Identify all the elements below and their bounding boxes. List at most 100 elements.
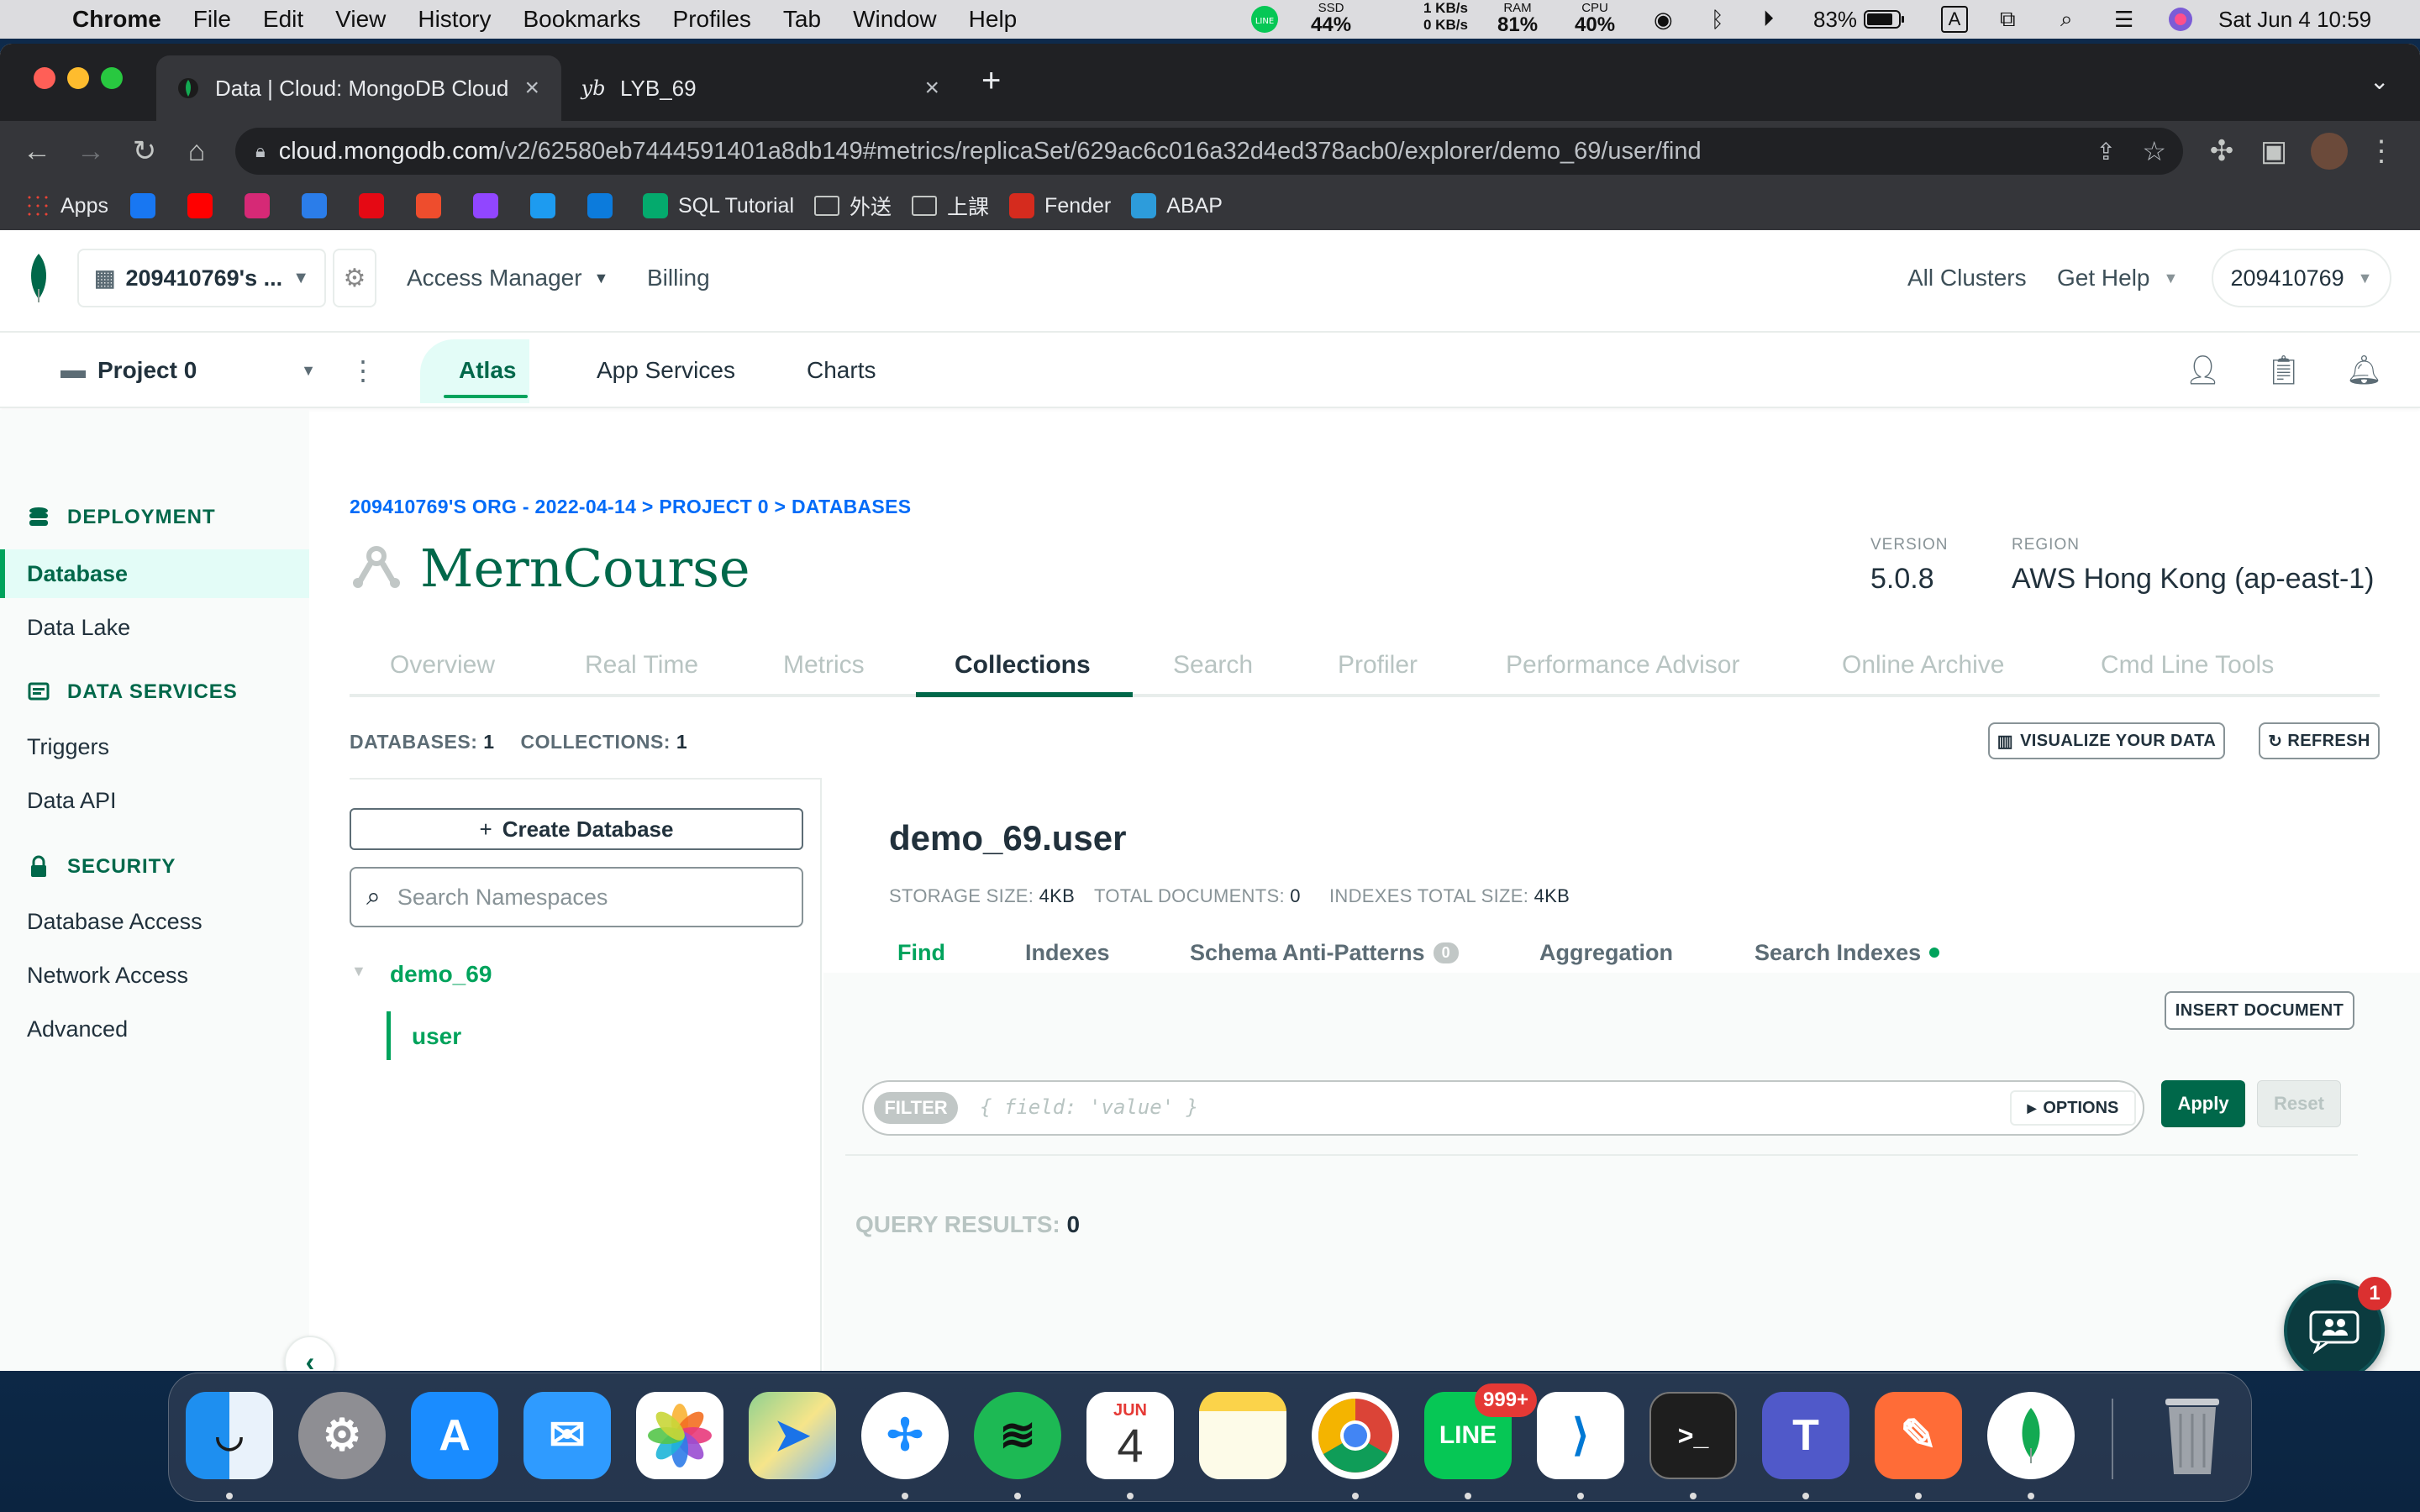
safari-icon[interactable]: ✢ — [861, 1392, 949, 1479]
bookmark-item[interactable] — [472, 193, 508, 218]
subtab-schema-anti-patterns[interactable]: Schema Anti-Patterns 0 — [1190, 932, 1459, 973]
reset-button[interactable]: Reset — [2257, 1080, 2341, 1127]
tab-real-time[interactable]: Real Time — [585, 632, 698, 699]
billing-link[interactable]: Billing — [647, 249, 710, 307]
forward-icon[interactable]: → — [69, 121, 113, 181]
menu-tab[interactable]: Tab — [783, 6, 821, 33]
ssd-stat[interactable]: SSD 44% — [1311, 0, 1351, 39]
profile-avatar[interactable] — [2311, 133, 2348, 170]
filter-input[interactable]: { field: 'value' } — [980, 1095, 1198, 1119]
activity-feed-icon[interactable]: 📋︎ — [2265, 333, 2302, 408]
input-source-icon[interactable]: A — [1941, 0, 1968, 39]
bookmark-item[interactable] — [415, 193, 451, 218]
line-status-icon[interactable]: LINE — [1250, 0, 1279, 39]
bookmark-item[interactable]: Fender — [1009, 193, 1111, 218]
app-store-icon[interactable]: A — [411, 1392, 498, 1479]
tab-overview[interactable]: Overview — [390, 632, 495, 699]
close-window-button[interactable] — [34, 67, 55, 89]
apply-button[interactable]: Apply — [2161, 1080, 2245, 1127]
mail-icon[interactable]: ✉ — [523, 1392, 611, 1479]
bookmark-item[interactable] — [587, 193, 623, 218]
spotify-icon[interactable]: ≋ — [974, 1392, 1061, 1479]
share-icon[interactable]: ⇪ — [2096, 138, 2116, 165]
options-button[interactable]: ▶ OPTIONS — [2010, 1090, 2136, 1126]
menu-edit[interactable]: Edit — [263, 6, 303, 33]
sidebar-item-triggers[interactable]: Triggers — [0, 722, 309, 771]
bluetooth-icon[interactable]: ᛒ — [1711, 0, 1724, 39]
search-namespaces-input[interactable]: ⌕ Search Namespaces — [350, 867, 803, 927]
all-clusters-link[interactable]: All Clusters — [1907, 249, 2027, 307]
menu-history[interactable]: History — [418, 6, 491, 33]
sidebar-item-advanced[interactable]: Advanced — [0, 1005, 309, 1053]
project-more-icon[interactable]: ⋮ — [350, 333, 376, 408]
battery-status[interactable]: 83% — [1813, 0, 1906, 39]
tab-close-icon[interactable]: × — [524, 74, 539, 102]
airdrop-icon[interactable]: ◉ — [1654, 0, 1673, 39]
siri-icon[interactable] — [2168, 0, 2193, 39]
tab-search-chevron-icon[interactable]: ⌄ — [2370, 67, 2389, 95]
bookmark-item[interactable]: ABAP — [1131, 193, 1223, 218]
cpu-stat[interactable]: CPU 40% — [1575, 0, 1615, 39]
mongodb-logo-icon[interactable] — [24, 252, 54, 308]
bookmark-item[interactable] — [187, 193, 223, 218]
access-manager-menu[interactable]: Access Manager ▼ — [407, 249, 608, 307]
insert-document-button[interactable]: INSERT DOCUMENT — [2165, 991, 2354, 1030]
bookmark-item[interactable] — [301, 193, 337, 218]
subtab-search-indexes[interactable]: Search Indexes — [1754, 932, 1940, 973]
bookmark-star-icon[interactable]: ☆ — [2142, 135, 2166, 167]
bookmark-item[interactable] — [358, 193, 394, 218]
finder-app-icon[interactable]: ◡ — [186, 1392, 273, 1479]
org-settings-button[interactable]: ⚙ — [333, 249, 376, 307]
bookmark-item[interactable]: 上課 — [912, 191, 989, 221]
invite-user-icon[interactable]: 👤︎ — [2185, 333, 2221, 408]
vscode-icon[interactable]: ⟩ — [1537, 1392, 1624, 1479]
bookmark-item[interactable] — [129, 193, 166, 218]
extensions-icon[interactable]: ✣ — [2200, 121, 2244, 181]
tab-mongodb[interactable]: Data | Cloud: MongoDB Cloud × — [156, 55, 561, 121]
system-preferences-icon[interactable]: ⚙ — [298, 1392, 386, 1479]
spotlight-icon[interactable]: ⌕ — [2060, 0, 2073, 39]
subtab-indexes[interactable]: Indexes — [1025, 932, 1110, 973]
project-selector[interactable]: ▬ Project 0 ▼ — [60, 333, 316, 408]
create-database-button[interactable]: + Create Database — [350, 808, 803, 850]
sidebar-item-database-access[interactable]: Database Access — [0, 897, 309, 946]
address-bar[interactable]: 🔒︎ cloud.mongodb.com /v2/62580eb74445914… — [235, 128, 2183, 175]
get-help-menu[interactable]: Get Help ▼ — [2057, 249, 2178, 307]
tab-cmd-line-tools[interactable]: Cmd Line Tools — [2101, 632, 2274, 699]
tab-performance-advisor[interactable]: Performance Advisor — [1506, 632, 1739, 699]
tab-charts[interactable]: Charts — [807, 333, 876, 408]
menu-view[interactable]: View — [335, 6, 386, 33]
maps-icon[interactable]: ➤ — [749, 1392, 836, 1479]
menu-window[interactable]: Window — [853, 6, 937, 33]
subtab-aggregation[interactable]: Aggregation — [1539, 932, 1673, 973]
trash-icon[interactable] — [2149, 1392, 2236, 1479]
tab-search[interactable]: Search — [1173, 632, 1253, 699]
postman-icon[interactable]: ✎ — [1875, 1392, 1962, 1479]
refresh-button[interactable]: ↻ REFRESH — [2259, 722, 2380, 759]
sidebar-item-network-access[interactable]: Network Access — [0, 951, 309, 1000]
collection-item[interactable]: user — [412, 1023, 461, 1050]
teams-icon[interactable]: T — [1762, 1392, 1849, 1479]
visualize-data-button[interactable]: ▥ VISUALIZE YOUR DATA — [1988, 722, 2225, 759]
ram-stat[interactable]: RAM 81% — [1497, 0, 1538, 39]
network-stat[interactable]: 1 KB/s 0 KB/s — [1423, 0, 1468, 39]
screen-mirror-icon[interactable]: ⧉ — [2000, 0, 2016, 39]
tab-collections[interactable]: Collections — [955, 632, 1091, 699]
subtab-find[interactable]: Find — [897, 932, 945, 973]
reload-icon[interactable]: ↻ — [123, 121, 166, 181]
back-icon[interactable]: ← — [15, 121, 59, 181]
sidebar-item-data-lake[interactable]: Data Lake — [0, 603, 309, 652]
caret-down-icon[interactable]: ▼ — [351, 963, 366, 980]
bookmark-item[interactable]: SQL Tutorial — [642, 193, 794, 218]
bookmark-item[interactable] — [244, 193, 280, 218]
user-menu[interactable]: 209410769 ▼ — [2212, 249, 2391, 307]
tab-lyb69[interactable]: yb LYB_69 × — [561, 55, 961, 121]
clock[interactable]: Sat Jun 4 10:59 — [2218, 0, 2371, 39]
sidebar-item-database[interactable]: Database — [0, 549, 309, 598]
play-icon[interactable]: ⏵ — [1763, 0, 1774, 39]
mongodb-compass-icon[interactable] — [1987, 1392, 2075, 1479]
side-panel-icon[interactable]: ▣ — [2252, 121, 2296, 181]
terminal-icon[interactable]: >_ — [1649, 1392, 1737, 1479]
notes-icon[interactable] — [1199, 1392, 1286, 1479]
minimize-window-button[interactable] — [67, 67, 89, 89]
